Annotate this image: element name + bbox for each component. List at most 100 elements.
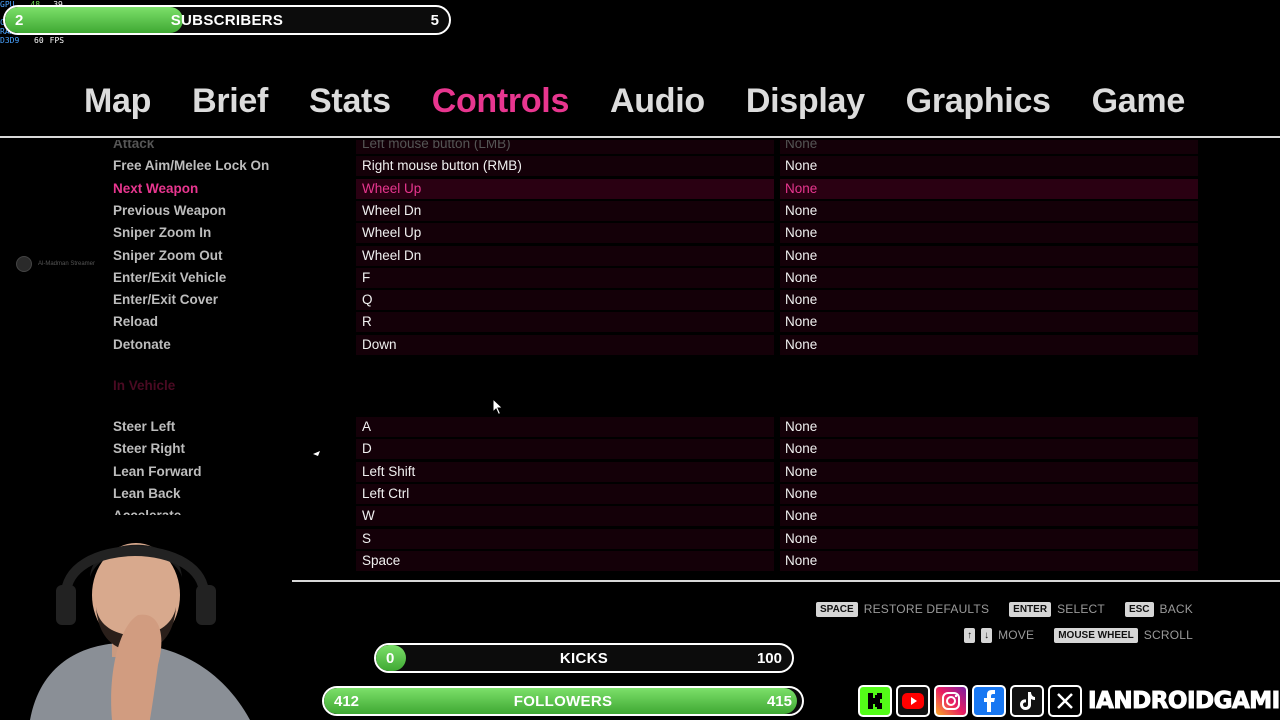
secondary-binding[interactable]: None [780, 267, 1198, 288]
scroll-hint: SCROLL [1143, 628, 1193, 642]
primary-binding[interactable]: Wheel Up [356, 178, 774, 199]
secondary-binding[interactable]: None [780, 290, 1198, 311]
control-row[interactable]: Steer Left A None [0, 417, 1280, 437]
x-icon [1048, 685, 1082, 717]
arrow-down-key: ↓ [981, 627, 993, 643]
control-row[interactable]: Sniper Zoom Out Wheel Dn None [0, 245, 1280, 266]
perf-value: 60 [34, 36, 44, 45]
enter-key[interactable]: ENTER [1009, 601, 1052, 617]
followers-goal-bar: 412 FOLLOWERS 415 [322, 686, 804, 716]
primary-binding[interactable]: A [356, 417, 774, 437]
pointer-dot-icon [313, 451, 320, 456]
control-row[interactable]: Detonate Down None [0, 334, 1280, 355]
control-hints: SPACE RESTORE DEFAULTS ENTER SELECT ESC … [815, 601, 1193, 653]
esc-key[interactable]: ESC [1124, 601, 1154, 617]
followers-goal: 415 [766, 692, 792, 710]
primary-binding[interactable]: Wheel Dn [356, 245, 774, 266]
action-label: Enter/Exit Cover [113, 292, 219, 308]
chat-avatar [16, 256, 32, 272]
secondary-binding[interactable]: None [780, 506, 1198, 527]
social-strip: IANDROIDGAMING [858, 684, 1280, 718]
controls-list[interactable]: In Vehicle Attack Left mouse button (LMB)… [0, 140, 1280, 580]
tab-display[interactable]: Display [746, 82, 865, 121]
instagram-icon [934, 685, 968, 717]
primary-binding[interactable]: Space [356, 550, 774, 571]
control-row[interactable]: Reload R None [0, 312, 1280, 333]
perf-value: FPS [49, 36, 65, 45]
control-row[interactable]: Lean Forward Left Shift None [0, 461, 1280, 482]
control-row[interactable]: Free Aim/Melee Lock On Right mouse button… [0, 156, 1280, 177]
secondary-binding[interactable]: None [780, 156, 1198, 177]
control-row[interactable]: Attack Left mouse button (LMB) None [0, 140, 1280, 154]
tiktok-icon [1010, 685, 1044, 717]
subscriber-goal: 5 [430, 11, 439, 29]
followers-label: FOLLOWERS [513, 692, 613, 710]
primary-binding[interactable]: Wheel Up [356, 223, 774, 244]
control-row[interactable]: Lean Back Left Ctrl None [0, 483, 1280, 504]
tab-brief[interactable]: Brief [192, 82, 268, 121]
tab-audio[interactable]: Audio [610, 82, 705, 121]
tab-controls[interactable]: Controls [432, 82, 570, 121]
webcam-feed [0, 515, 292, 720]
primary-binding[interactable]: D [356, 439, 774, 460]
select-hint[interactable]: SELECT [1057, 602, 1105, 616]
subscriber-label: SUBSCRIBERS [170, 11, 284, 29]
primary-binding[interactable]: Right mouse button (RMB) [356, 156, 774, 177]
primary-binding[interactable]: Left Shift [356, 461, 774, 482]
secondary-binding[interactable]: None [780, 417, 1198, 437]
primary-binding[interactable]: R [356, 312, 774, 333]
secondary-binding[interactable]: None [780, 334, 1198, 355]
mouse-cursor-icon [492, 398, 504, 416]
move-hint: MOVE [998, 628, 1035, 642]
chat-text: Al-Madman Streamer [38, 261, 96, 267]
action-label: Reload [113, 314, 159, 330]
control-row[interactable]: Previous Weapon Wheel Dn None [0, 200, 1280, 221]
primary-binding[interactable]: Down [356, 334, 774, 355]
secondary-binding[interactable]: None [780, 140, 1198, 154]
perf-key: D3D9 [0, 36, 20, 45]
action-label: Next Weapon [113, 180, 199, 196]
secondary-binding[interactable]: None [780, 178, 1198, 199]
chat-overlay: Al-Madman Streamer [16, 256, 95, 272]
secondary-binding[interactable]: None [780, 461, 1198, 482]
secondary-binding[interactable]: None [780, 483, 1198, 504]
space-key[interactable]: SPACE [815, 601, 858, 617]
action-label: Lean Forward [113, 463, 202, 479]
action-label: Free Aim/Melee Lock On [113, 158, 270, 174]
secondary-binding[interactable]: None [780, 528, 1198, 549]
secondary-binding[interactable]: None [780, 439, 1198, 460]
secondary-binding[interactable]: None [780, 550, 1198, 571]
channel-handle: IANDROIDGAMING [1088, 688, 1280, 715]
primary-binding[interactable]: Wheel Dn [356, 200, 774, 221]
control-row[interactable]: Enter/Exit Vehicle F None [0, 267, 1280, 288]
back-hint[interactable]: BACK [1160, 602, 1193, 616]
secondary-binding[interactable]: None [780, 245, 1198, 266]
action-label: Enter/Exit Vehicle [113, 269, 227, 285]
control-row[interactable]: Next Weapon Wheel Up None [0, 178, 1280, 199]
primary-binding[interactable]: S [356, 528, 774, 549]
subscriber-goal-bar: 2 SUBSCRIBERS 5 [3, 5, 451, 35]
tab-graphics[interactable]: Graphics [906, 82, 1051, 121]
secondary-binding[interactable]: None [780, 200, 1198, 221]
kick-icon [858, 685, 892, 717]
secondary-binding[interactable]: None [780, 223, 1198, 244]
tab-map[interactable]: Map [84, 82, 151, 121]
menu-tabs: Map Brief Stats Controls Audio Display G… [0, 82, 1280, 121]
control-row[interactable]: Steer Right D None [0, 439, 1280, 460]
primary-binding[interactable]: Left mouse button (LMB) [356, 140, 774, 154]
section-heading: In Vehicle [113, 378, 176, 393]
top-divider [0, 136, 1280, 138]
mouse-wheel-key: MOUSE WHEEL [1054, 627, 1138, 643]
action-label: Steer Left [113, 419, 176, 434]
primary-binding[interactable]: W [356, 506, 774, 527]
tab-game[interactable]: Game [1092, 82, 1186, 121]
secondary-binding[interactable]: None [780, 312, 1198, 333]
primary-binding[interactable]: Q [356, 290, 774, 311]
youtube-icon [896, 685, 930, 717]
control-row[interactable]: Sniper Zoom In Wheel Up None [0, 223, 1280, 244]
tab-stats[interactable]: Stats [309, 82, 391, 121]
primary-binding[interactable]: Left Ctrl [356, 483, 774, 504]
control-row[interactable]: Enter/Exit Cover Q None [0, 290, 1280, 311]
restore-defaults-hint[interactable]: RESTORE DEFAULTS [864, 602, 989, 616]
primary-binding[interactable]: F [356, 267, 774, 288]
